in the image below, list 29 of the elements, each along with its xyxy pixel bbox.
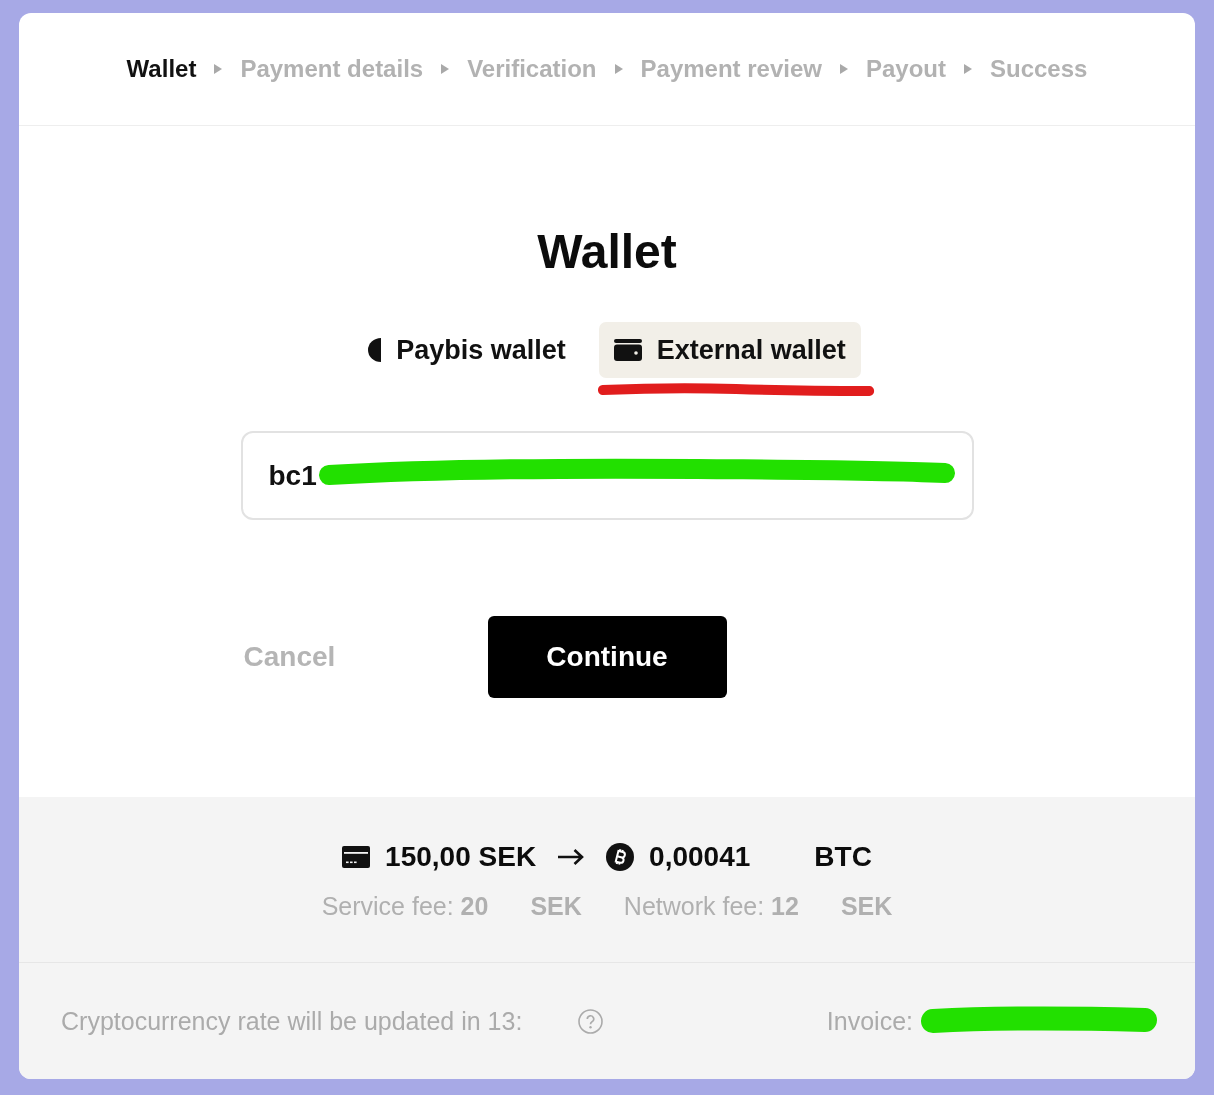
card-icon [342,846,371,868]
step-label: Payment review [640,55,822,83]
continue-button[interactable]: Continue [487,616,727,698]
rate-notice: Cryptocurrency rate will be updated in 13: [61,1006,523,1036]
step-label: Payout [865,55,946,83]
page-title: Wallet [537,224,677,280]
wallet-tab[interactable]: Paybis wallet [353,322,581,378]
help-icon[interactable] [578,1008,604,1034]
arrow-icon [557,848,585,866]
triangle-icon [214,64,223,74]
currency-code: SEK [530,891,582,921]
triangle-icon [441,64,450,74]
invoice-label: Invoice: [826,1006,913,1036]
bitcoin-icon [606,843,635,871]
step-label: Wallet [126,55,197,83]
wallet-tab[interactable]: External wallet [598,322,861,378]
step-label: Success [990,55,1088,83]
step-label: Verification [467,55,597,83]
fee-text: Service fee: 20 [321,891,489,921]
triangle-icon [964,64,972,74]
triangle-icon [839,64,848,74]
triangle-icon [614,64,623,74]
pay-amount: 150,00 SEK [385,840,537,874]
fee-text: Network fee: 12 [623,891,799,921]
step-label: Payment details [240,55,424,83]
receive-amount: 0,00041 [649,840,751,874]
currency-code: BTC [814,840,872,874]
wallet-icon [613,339,642,361]
currency-code: SEK [840,891,893,921]
